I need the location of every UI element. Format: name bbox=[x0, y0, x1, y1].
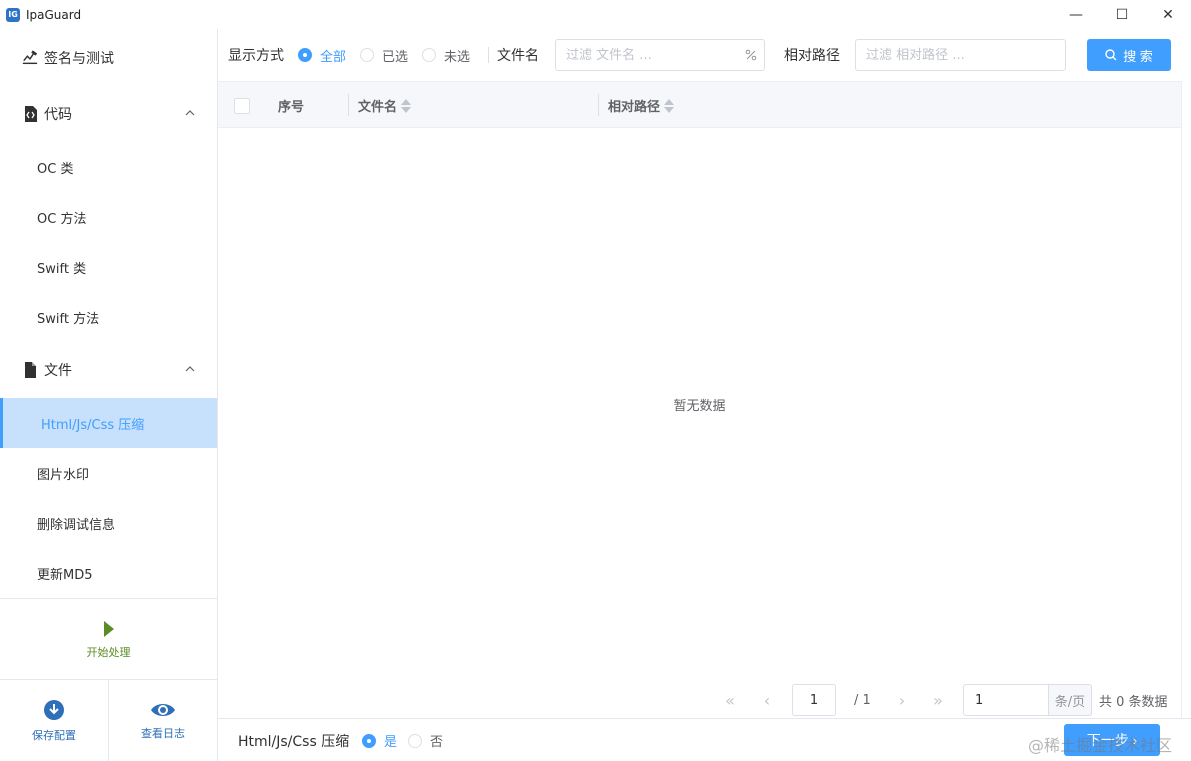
close-button[interactable]: ✕ bbox=[1145, 0, 1191, 29]
chevron-up-icon[interactable] bbox=[185, 364, 195, 374]
title-bar: IG IpaGuard — ☐ ✕ bbox=[0, 0, 1191, 29]
sidebar-item-label: Swift 方法 bbox=[37, 311, 100, 327]
column-header-index: 序号 bbox=[278, 82, 304, 129]
column-header-label: 相对路径 bbox=[608, 100, 661, 115]
sort-icon[interactable] bbox=[401, 98, 412, 113]
window-controls: — ☐ ✕ bbox=[1053, 0, 1191, 29]
window-title: IpaGuard bbox=[26, 7, 82, 22]
select-all-checkbox-cell bbox=[234, 82, 250, 129]
radio-label: 全部 bbox=[320, 49, 347, 65]
radio-label: 未选 bbox=[444, 49, 471, 65]
next-page-icon[interactable]: › bbox=[888, 684, 916, 716]
column-divider bbox=[348, 94, 349, 116]
search-icon bbox=[1105, 49, 1117, 61]
sidebar-item-label: 图片水印 bbox=[37, 467, 90, 483]
eye-icon bbox=[151, 703, 175, 716]
sidebar-item-html-js-css-compress[interactable]: Html/Js/Css 压缩 bbox=[0, 398, 217, 448]
sidebar: 签名与测试 代码 OC 类 OC 方法 Swift 类 Swift 方法 文件 … bbox=[0, 29, 218, 761]
sidebar-item-swift-class[interactable]: Swift 类 bbox=[0, 242, 217, 292]
sidebar-item-label: OC 方法 bbox=[37, 211, 87, 227]
display-mode-label: 显示方式 bbox=[228, 48, 284, 64]
radio-dot bbox=[408, 733, 422, 748]
first-page-icon[interactable]: « bbox=[716, 684, 744, 716]
filter-divider bbox=[488, 47, 490, 63]
column-header-label: 文件名 bbox=[358, 100, 398, 115]
sidebar-item-label: 更新MD5 bbox=[37, 567, 93, 583]
sidebar-group-label: 文件 bbox=[44, 363, 72, 379]
search-button[interactable]: 搜 索 bbox=[1087, 39, 1171, 71]
download-circle-icon bbox=[44, 699, 64, 720]
table-header: 序号 文件名 相对路径 bbox=[218, 81, 1181, 128]
radio-label: 已选 bbox=[382, 49, 409, 65]
save-config-button[interactable]: 保存配置 bbox=[0, 680, 108, 761]
chevron-up-icon[interactable] bbox=[185, 108, 195, 118]
radio-dot bbox=[360, 48, 375, 62]
start-process-label: 开始处理 bbox=[86, 646, 131, 659]
column-divider bbox=[598, 94, 599, 116]
radio-selected[interactable]: 已选 bbox=[360, 46, 408, 65]
empty-table-text: 暂无数据 bbox=[673, 399, 726, 414]
sidebar-item-oc-method[interactable]: OC 方法 bbox=[0, 192, 217, 242]
sidebar-item-image-watermark[interactable]: 图片水印 bbox=[0, 448, 217, 498]
filename-filter-input[interactable] bbox=[555, 39, 766, 71]
sidebar-item-label: Html/Js/Css 压缩 bbox=[41, 417, 145, 433]
column-header-label: 序号 bbox=[278, 100, 305, 115]
radio-dot bbox=[362, 733, 376, 748]
play-icon bbox=[103, 621, 114, 637]
minimize-button[interactable]: — bbox=[1053, 0, 1099, 29]
radio-dot bbox=[298, 48, 312, 62]
percent-icon bbox=[745, 49, 757, 61]
last-page-icon[interactable]: » bbox=[924, 684, 952, 716]
sidebar-divider bbox=[0, 598, 217, 599]
page-size-input[interactable]: 1 bbox=[963, 684, 1049, 716]
radio-label: 否 bbox=[430, 735, 444, 750]
sidebar-group-code[interactable]: 代码 bbox=[0, 88, 217, 140]
current-page-input[interactable]: 1 bbox=[792, 684, 836, 716]
total-count-text: 共 0 条数据 bbox=[1099, 694, 1168, 710]
relative-path-label: 相对路径 bbox=[784, 48, 841, 64]
radio-label: 是 bbox=[384, 735, 398, 750]
radio-all[interactable]: 全部 bbox=[298, 46, 346, 65]
prev-page-icon[interactable]: ‹ bbox=[753, 684, 781, 716]
select-all-checkbox[interactable] bbox=[234, 97, 250, 114]
sidebar-group-label: 代码 bbox=[44, 107, 72, 123]
page-size-unit: 条/页 bbox=[1049, 684, 1092, 716]
total-pages-text: / 1 bbox=[854, 692, 871, 708]
radio-unselected[interactable]: 未选 bbox=[422, 46, 470, 65]
sidebar-item-swift-method[interactable]: Swift 方法 bbox=[0, 292, 217, 342]
column-header-relative-path[interactable]: 相对路径 bbox=[608, 82, 675, 129]
radio-dot bbox=[422, 48, 437, 62]
sign-edit-icon bbox=[22, 50, 38, 66]
filename-input-wrapper bbox=[555, 39, 766, 71]
compress-option-label: Html/Js/Css 压缩 bbox=[238, 734, 350, 750]
radio-yes[interactable]: 是 bbox=[362, 731, 397, 750]
app-logo-icon: IG bbox=[6, 7, 20, 22]
relative-path-filter-input[interactable] bbox=[855, 39, 1067, 71]
sidebar-item-sign-test[interactable]: 签名与测试 bbox=[0, 32, 217, 84]
sort-icon[interactable] bbox=[664, 98, 675, 113]
radio-no[interactable]: 否 bbox=[408, 731, 443, 750]
sidebar-bottom-actions: 保存配置 查看日志 bbox=[0, 679, 217, 761]
sidebar-item-label: 删除调试信息 bbox=[37, 517, 116, 533]
view-log-button[interactable]: 查看日志 bbox=[108, 680, 217, 761]
start-process-button[interactable]: 开始处理 bbox=[0, 601, 217, 679]
sidebar-item-update-md5[interactable]: 更新MD5 bbox=[0, 548, 217, 598]
sidebar-item-remove-debug-info[interactable]: 删除调试信息 bbox=[0, 498, 217, 548]
table-right-border bbox=[1181, 81, 1182, 718]
code-file-icon bbox=[22, 106, 38, 122]
sidebar-item-label: Swift 类 bbox=[37, 261, 87, 277]
save-config-label: 保存配置 bbox=[32, 728, 76, 742]
filename-label: 文件名 bbox=[497, 48, 540, 64]
watermark-text: @稀土掘金技术社区 bbox=[1028, 736, 1173, 755]
column-header-filename[interactable]: 文件名 bbox=[358, 82, 412, 129]
sidebar-item-label: OC 类 bbox=[37, 161, 74, 177]
sidebar-item-label: 签名与测试 bbox=[44, 51, 114, 67]
maximize-button[interactable]: ☐ bbox=[1099, 0, 1145, 29]
sidebar-group-file[interactable]: 文件 bbox=[0, 344, 217, 396]
search-button-label: 搜 索 bbox=[1123, 48, 1153, 64]
sidebar-item-oc-class[interactable]: OC 类 bbox=[0, 142, 217, 192]
filter-bar: 显示方式 全部 已选 未选 文件名 相对路径 搜 索 bbox=[218, 29, 1191, 81]
file-icon bbox=[22, 362, 38, 378]
view-log-label: 查看日志 bbox=[141, 726, 185, 740]
